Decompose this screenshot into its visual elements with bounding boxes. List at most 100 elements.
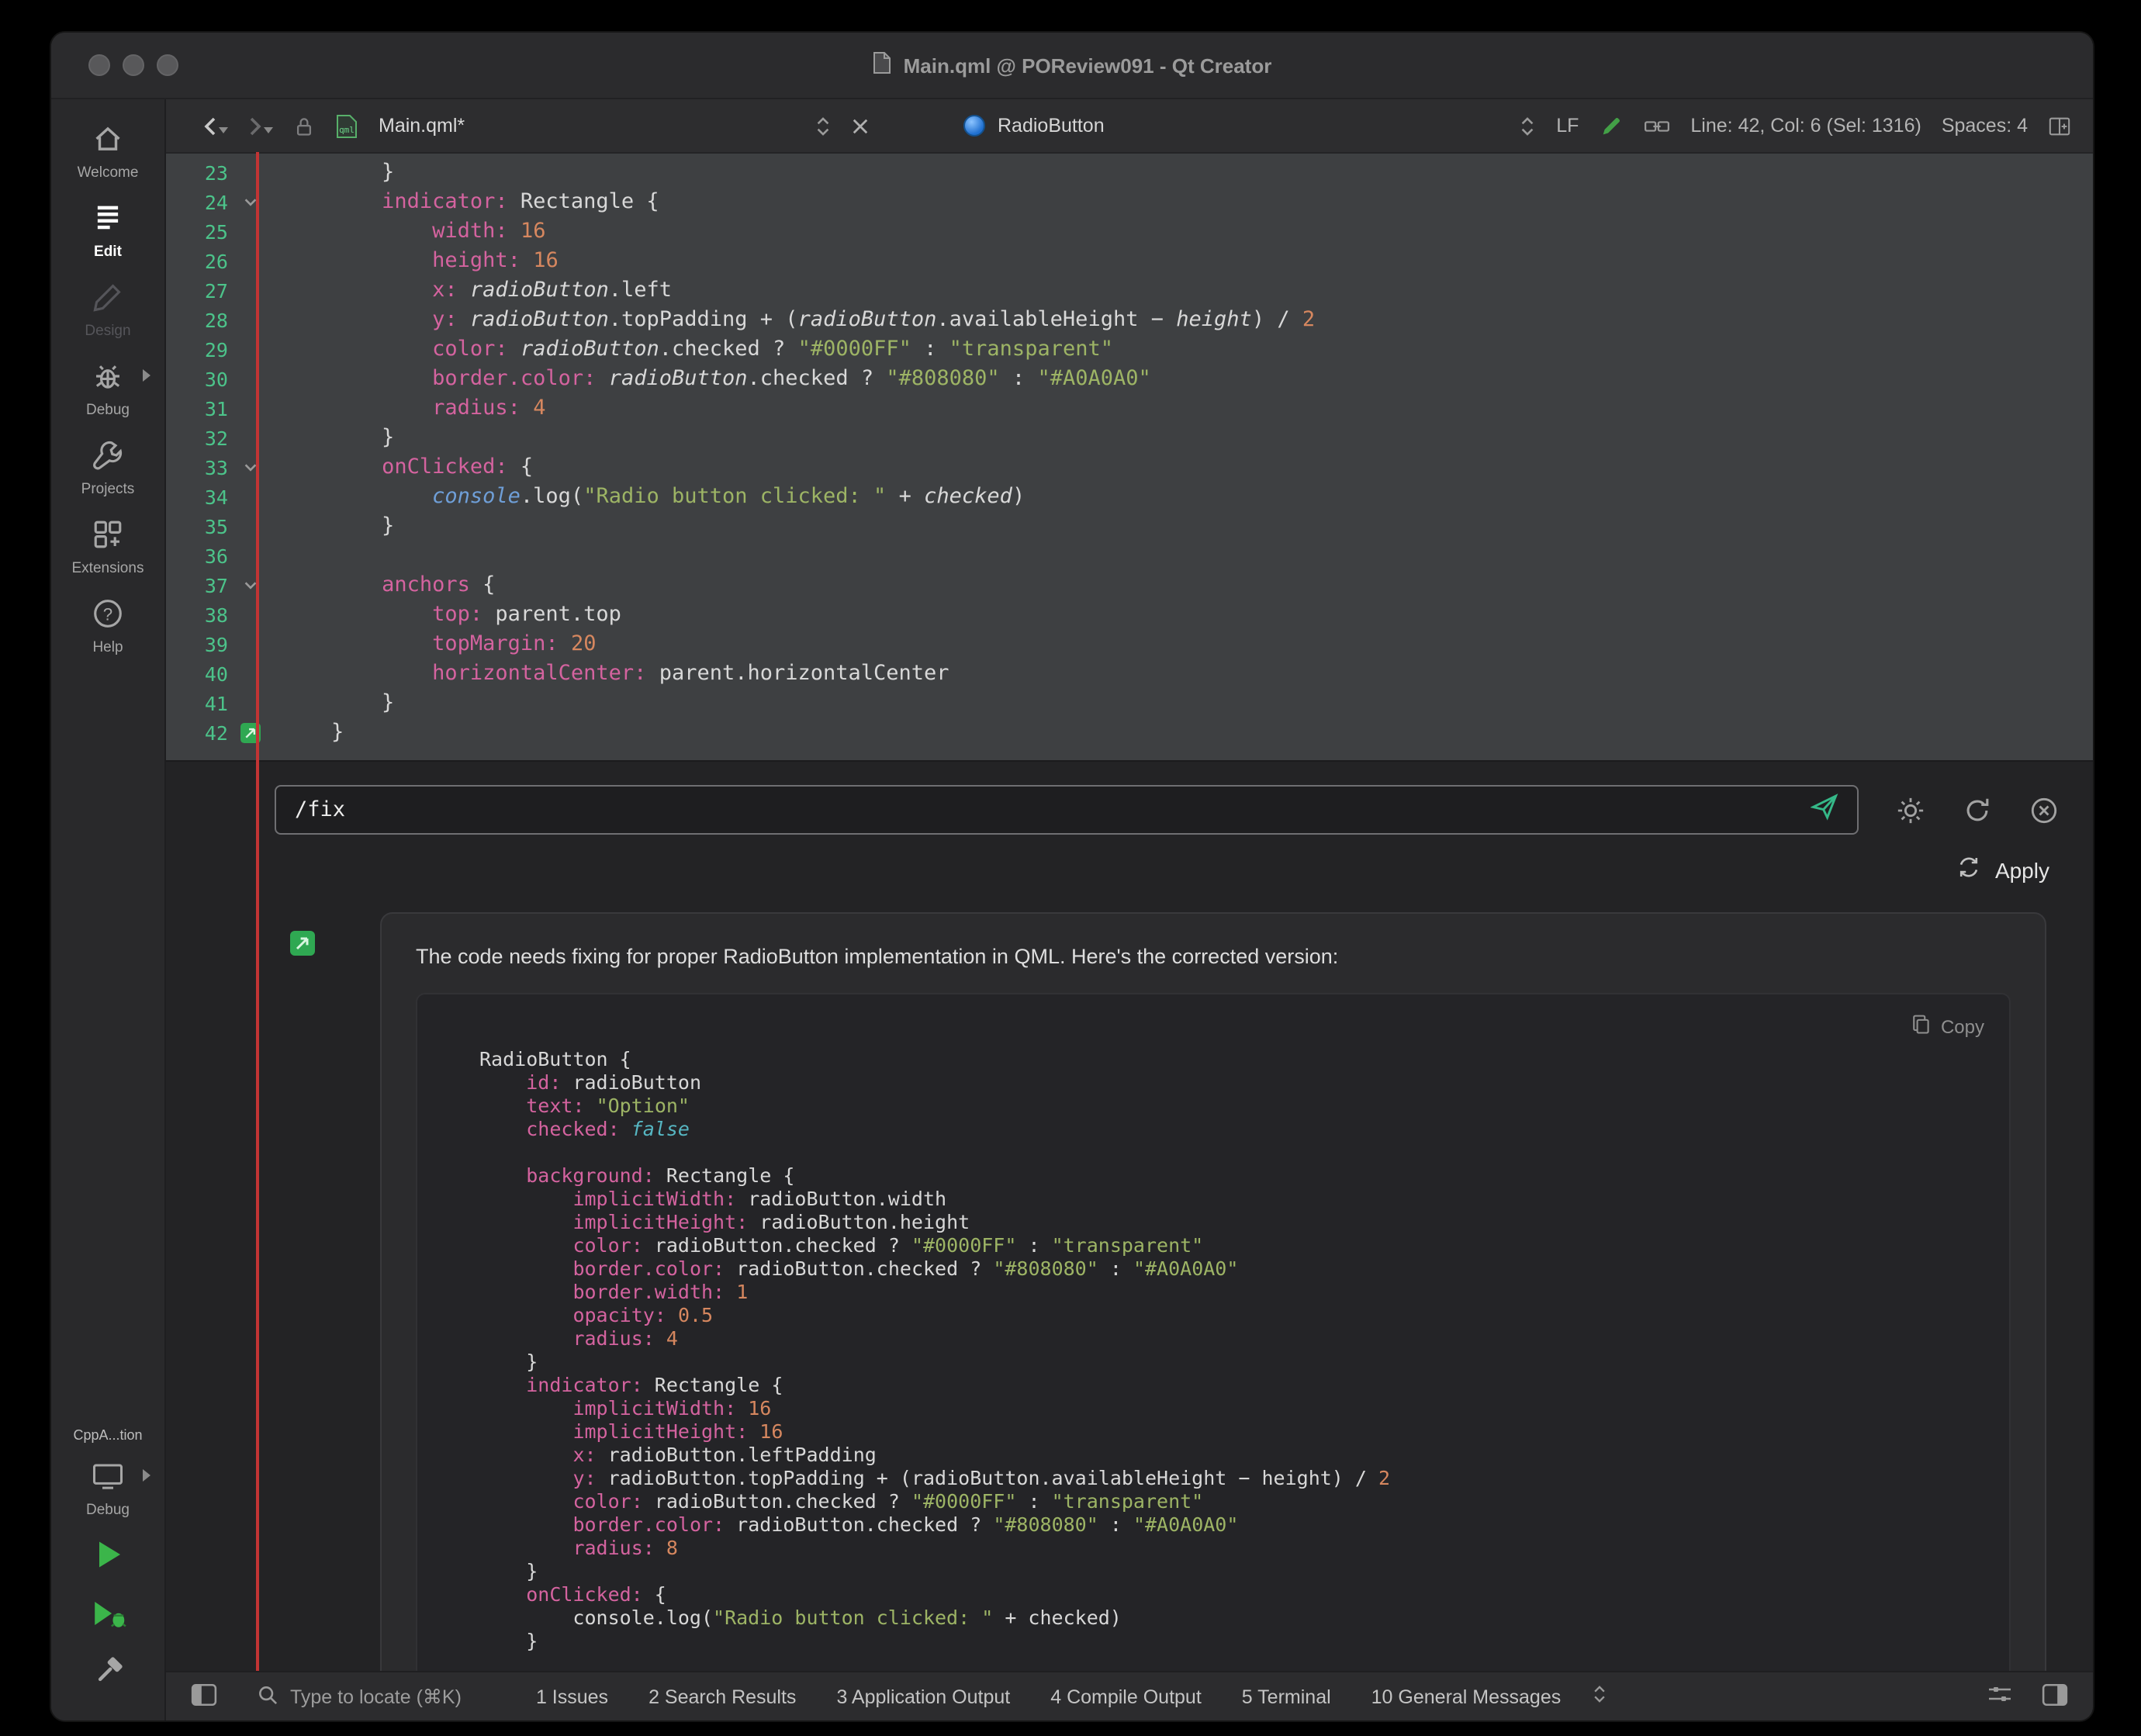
quick-fix-icon[interactable] <box>228 718 272 748</box>
sidebar-item-welcome[interactable]: Welcome <box>51 112 164 191</box>
minimize-window-button[interactable] <box>123 54 144 76</box>
refresh-button[interactable] <box>1963 795 1992 825</box>
assistant-code-line: implicitHeight: 16 <box>479 1420 1981 1443</box>
fold-marker-icon[interactable] <box>228 453 272 482</box>
fold-margin <box>228 689 272 718</box>
fold-margin <box>228 306 272 335</box>
run-button[interactable] <box>88 1536 128 1581</box>
editor-line[interactable]: 39 topMargin: 20 <box>166 630 2093 659</box>
line-number: 29 <box>166 335 228 365</box>
output-pane-application-output[interactable]: 3 Application Output <box>836 1686 1010 1707</box>
editor-line[interactable]: 33 onClicked: { <box>166 453 2093 482</box>
cursor-position[interactable]: Line: 42, Col: 6 (Sel: 1316) <box>1690 115 1921 137</box>
editor-line[interactable]: 26 height: 16 <box>166 247 2093 276</box>
sidebar-item-extensions[interactable]: Extensions <box>51 507 164 586</box>
output-options-button[interactable] <box>1986 1683 2014 1710</box>
sidebar-item-help[interactable]: ? Help <box>51 586 164 666</box>
output-pane-compile-output[interactable]: 4 Compile Output <box>1050 1686 1202 1707</box>
close-document-button[interactable] <box>852 117 869 134</box>
indent-settings[interactable]: Spaces: 4 <box>1942 115 2028 137</box>
nav-forward-button[interactable] <box>248 116 273 136</box>
code-editor[interactable]: 23 }24 indicator: Rectangle {25 width: 1… <box>166 154 2093 762</box>
line-number: 37 <box>166 571 228 600</box>
run-debug-button[interactable] <box>88 1595 128 1640</box>
screen: Main.qml @ POReview091 - Qt Creator Welc… <box>0 0 2141 1736</box>
assistant-code-line: console.log("Radio button clicked: " + c… <box>479 1606 1981 1629</box>
sidebar-item-edit[interactable]: Edit <box>51 191 164 270</box>
split-editor-button[interactable] <box>2048 114 2071 137</box>
pane-cycle-updown-icon[interactable] <box>1592 1683 1607 1710</box>
chevron-right-icon[interactable] <box>143 369 150 382</box>
locator-input[interactable]: Type to locate (⌘K) <box>258 1684 462 1709</box>
code-text: x: radioButton.left <box>272 276 2093 306</box>
symbol-dropdown[interactable]: RadioButton <box>963 115 1105 137</box>
editor-line[interactable]: 42 } <box>166 718 2093 748</box>
editor-line[interactable]: 34 console.log("Radio button clicked: " … <box>166 482 2093 512</box>
output-pane-terminal[interactable]: 5 Terminal <box>1242 1686 1331 1707</box>
updown-icon[interactable] <box>1519 114 1536 137</box>
kit-selector[interactable]: CppA...tion <box>73 1427 142 1443</box>
code-text: indicator: Rectangle { <box>272 188 2093 217</box>
right-sidebar-toggle-button[interactable] <box>2042 1682 2068 1710</box>
editor-line[interactable]: 31 radius: 4 <box>166 394 2093 424</box>
editor-line[interactable]: 35 } <box>166 512 2093 541</box>
fold-marker-icon[interactable] <box>228 188 272 217</box>
sidebar-item-projects[interactable]: Projects <box>51 428 164 507</box>
editor-line[interactable]: 28 y: radioButton.topPadding + (radioBut… <box>166 306 2093 335</box>
editor-line[interactable]: 23 } <box>166 158 2093 188</box>
open-document-dropdown[interactable]: Main.qml* <box>379 114 832 137</box>
assistant-code-line: color: radioButton.checked ? "#0000FF" :… <box>479 1233 1981 1257</box>
code-text: } <box>272 424 2093 453</box>
editor-line[interactable]: 29 color: radioButton.checked ? "#0000FF… <box>166 335 2093 365</box>
editor-line[interactable]: 27 x: radioButton.left <box>166 276 2093 306</box>
editor-line[interactable]: 32 } <box>166 424 2093 453</box>
code-text: border.color: radioButton.checked ? "#80… <box>272 365 2093 394</box>
prompt-input[interactable]: /fix <box>275 785 1859 835</box>
prompt-value: /fix <box>295 797 345 822</box>
close-window-button[interactable] <box>88 54 110 76</box>
updown-icon[interactable] <box>815 114 832 137</box>
apply-button[interactable]: Apply <box>166 855 2049 884</box>
editor-line[interactable]: 41 } <box>166 689 2093 718</box>
fold-margin <box>228 482 272 512</box>
editor-line[interactable]: 25 width: 16 <box>166 217 2093 247</box>
fold-margin <box>228 512 272 541</box>
assistant-message-card: The code needs fixing for proper RadioBu… <box>380 912 2046 1671</box>
extensions-icon <box>92 518 124 555</box>
output-pane-general-messages[interactable]: 10 General Messages <box>1371 1686 1562 1707</box>
fold-marker-icon[interactable] <box>228 571 272 600</box>
assistant-code-line: onClicked: { <box>479 1582 1981 1606</box>
output-pane-search-results[interactable]: 2 Search Results <box>649 1686 796 1707</box>
history-caret-icon[interactable] <box>264 126 273 133</box>
annotate-pencil-icon[interactable] <box>1599 114 1622 137</box>
bug-icon <box>92 360 124 397</box>
output-pane-issues[interactable]: 1 Issues <box>536 1686 608 1707</box>
zoom-window-button[interactable] <box>157 54 178 76</box>
kit-debug-selector[interactable]: Debug <box>51 1457 164 1522</box>
history-caret-icon[interactable] <box>219 126 228 133</box>
editor-line[interactable]: 40 horizontalCenter: parent.horizontalCe… <box>166 659 2093 689</box>
editor-line[interactable]: 24 indicator: Rectangle { <box>166 188 2093 217</box>
link-editor-icon[interactable] <box>1642 116 1670 136</box>
editor-line[interactable]: 36 <box>166 541 2093 571</box>
send-icon[interactable] <box>1811 793 1838 827</box>
nav-back-button[interactable] <box>203 116 228 136</box>
edit-icon <box>92 202 124 239</box>
assistant-code-line: radius: 4 <box>479 1326 1981 1350</box>
sidebar-toggle-button[interactable] <box>191 1682 217 1710</box>
qt-creator-window: Main.qml @ POReview091 - Qt Creator Welc… <box>50 31 2094 1722</box>
statusbar: Type to locate (⌘K) 1 Issues 2 Search Re… <box>166 1671 2093 1720</box>
chevron-right-icon[interactable] <box>143 1469 150 1482</box>
build-hammer-button[interactable] <box>91 1654 125 1696</box>
editor-line[interactable]: 37 anchors { <box>166 571 2093 600</box>
sidebar-item-debug[interactable]: Debug <box>51 349 164 428</box>
fold-margin <box>228 630 272 659</box>
settings-button[interactable] <box>1896 795 1925 825</box>
close-panel-button[interactable] <box>2029 795 2059 825</box>
editor-line[interactable]: 30 border.color: radioButton.checked ? "… <box>166 365 2093 394</box>
code-text: width: 16 <box>272 217 2093 247</box>
copy-button[interactable]: Copy <box>1910 1013 1984 1041</box>
editor-line[interactable]: 38 top: parent.top <box>166 600 2093 630</box>
line-ending-select[interactable]: LF <box>1556 115 1579 137</box>
assistant-code-line <box>479 1140 1981 1164</box>
